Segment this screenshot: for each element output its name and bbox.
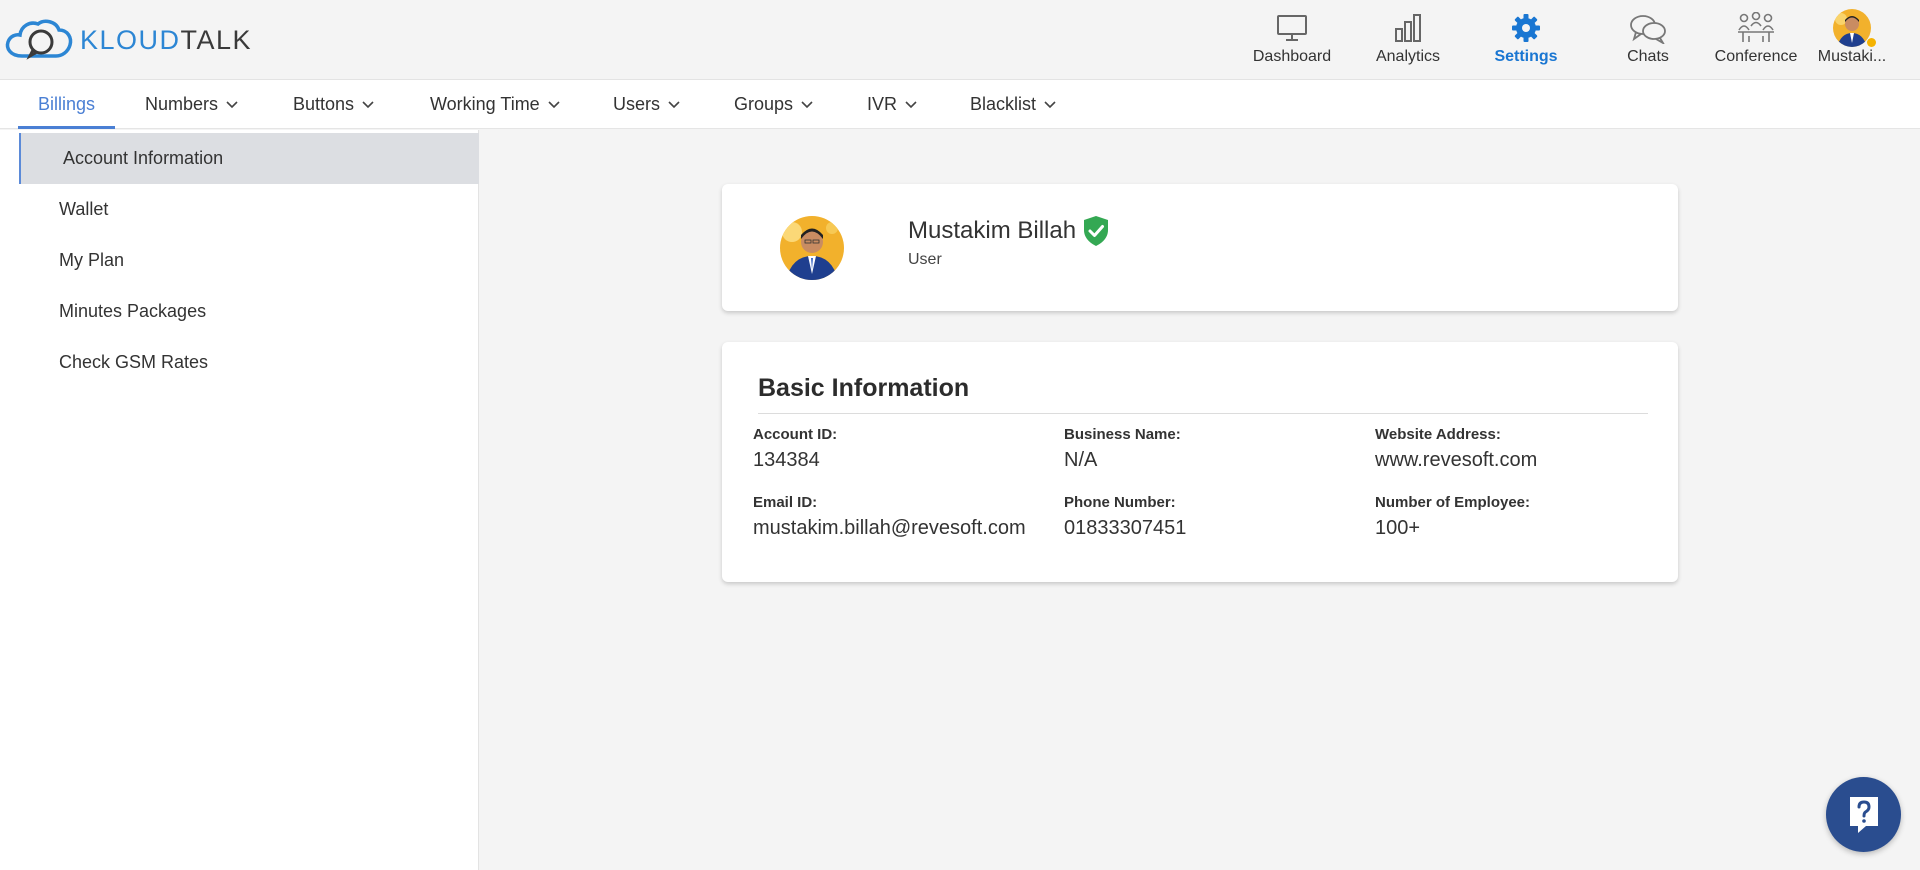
chevron-down-icon <box>801 100 813 109</box>
business-name-label: Business Name: <box>1064 426 1181 443</box>
nav-profile-label: Mustaki... <box>1817 48 1887 65</box>
question-mark-icon <box>1849 796 1878 833</box>
tab-working-time[interactable]: Working Time <box>430 80 560 129</box>
sidebar-item-label: Check GSM Rates <box>59 352 209 372</box>
tab-users[interactable]: Users <box>613 80 680 129</box>
section-title: Basic Information <box>758 374 970 402</box>
account-id-label: Account ID: <box>753 426 838 443</box>
tab-groups-label: Groups <box>734 94 794 114</box>
tab-users-label: Users <box>613 94 661 114</box>
business-name-value: N/A <box>1064 449 1098 471</box>
sidebar-item-my-plan[interactable]: My Plan <box>19 235 479 286</box>
tab-billings-label: Billings <box>38 94 96 114</box>
sidebar-item-label: Wallet <box>59 199 109 219</box>
phone-value: 01833307451 <box>1064 517 1187 539</box>
tab-billings[interactable]: Billings <box>38 80 95 129</box>
website-label: Website Address: <box>1375 426 1501 443</box>
website-field: Website Address: www.revesoft.com <box>1375 426 1537 472</box>
nav-chats[interactable]: Chats <box>1608 12 1688 68</box>
account-id-value: 134384 <box>753 449 820 471</box>
sidebar-item-check-gsm-rates[interactable]: Check GSM Rates <box>19 337 479 388</box>
chevron-down-icon <box>668 100 680 109</box>
tab-ivr-label: IVR <box>867 94 898 114</box>
tab-numbers-label: Numbers <box>145 94 219 114</box>
top-bar: KLOUDTALK Dashboard Analytics Settings C… <box>0 0 1920 80</box>
phone-label: Phone Number: <box>1064 494 1176 511</box>
tab-buttons[interactable]: Buttons <box>293 80 374 129</box>
website-value: www.revesoft.com <box>1375 449 1538 471</box>
tab-ivr[interactable]: IVR <box>867 80 917 129</box>
verified-shield-icon <box>1082 215 1110 247</box>
business-name-field: Business Name: N/A <box>1064 426 1181 472</box>
cloud-logo-icon <box>5 19 73 60</box>
nav-profile[interactable]: Mustaki... <box>1812 9 1892 68</box>
account-id-field: Account ID: 134384 <box>753 426 837 472</box>
nav-settings-label: Settings <box>1494 48 1558 65</box>
sidebar-item-account-information[interactable]: Account Information <box>19 133 479 184</box>
sidebar-item-minutes-packages[interactable]: Minutes Packages <box>19 286 479 337</box>
logo-text: KLOUDTALK <box>80 24 253 55</box>
phone-field: Phone Number: 01833307451 <box>1064 494 1186 540</box>
conference-people-icon <box>1738 12 1774 42</box>
profile-card: Mustakim Billah User <box>722 184 1678 311</box>
nav-conference-label: Conference <box>1714 48 1798 65</box>
monitor-icon <box>1277 15 1307 41</box>
nav-analytics[interactable]: Analytics <box>1368 12 1448 68</box>
settings-tab-bar: Billings Numbers Buttons Working Time Us… <box>0 80 1920 129</box>
gear-icon <box>1512 14 1540 42</box>
tab-buttons-label: Buttons <box>293 94 355 114</box>
nav-dashboard[interactable]: Dashboard <box>1252 12 1332 68</box>
employees-value: 100+ <box>1375 517 1421 539</box>
chevron-down-icon <box>226 100 238 109</box>
active-tab-indicator <box>18 126 115 129</box>
tab-blacklist[interactable]: Blacklist <box>970 80 1056 129</box>
tab-blacklist-label: Blacklist <box>970 94 1037 114</box>
tab-working-time-label: Working Time <box>430 94 540 114</box>
nav-chats-label: Chats <box>1627 48 1669 65</box>
profile-name: Mustakim Billah <box>908 215 1110 247</box>
chevron-down-icon <box>548 100 560 109</box>
chevron-down-icon <box>362 100 374 109</box>
sidebar-item-label: My Plan <box>59 250 125 270</box>
billing-sidebar: Account Information Wallet My Plan Minut… <box>0 130 479 870</box>
nav-conference[interactable]: Conference <box>1712 12 1800 68</box>
nav-analytics-label: Analytics <box>1375 48 1441 65</box>
profile-name-text: Mustakim Billah <box>908 217 1077 244</box>
profile-avatar <box>780 216 844 280</box>
bar-chart-icon <box>1395 14 1421 42</box>
online-status-dot <box>1867 38 1876 47</box>
employees-label: Number of Employee: <box>1375 494 1531 511</box>
email-value: mustakim.billah@revesoft.com <box>753 517 1026 539</box>
kloudtalk-logo[interactable]: KLOUDTALK <box>4 16 252 64</box>
chat-bubbles-icon <box>1630 15 1666 44</box>
email-label: Email ID: <box>753 494 818 511</box>
help-button[interactable] <box>1826 777 1901 852</box>
basic-information-card: Basic Information Account ID: 134384 Bus… <box>722 342 1678 582</box>
sidebar-item-label: Account Information <box>63 148 224 168</box>
chevron-down-icon <box>1044 100 1056 109</box>
sidebar-item-wallet[interactable]: Wallet <box>19 184 479 235</box>
avatar <box>1833 9 1871 47</box>
nav-settings[interactable]: Settings <box>1486 12 1566 68</box>
nav-dashboard-label: Dashboard <box>1252 48 1332 65</box>
chevron-down-icon <box>905 100 917 109</box>
tab-numbers[interactable]: Numbers <box>145 80 238 129</box>
employees-field: Number of Employee: 100+ <box>1375 494 1530 540</box>
email-field: Email ID: mustakim.billah@revesoft.com <box>753 494 1026 540</box>
tab-groups[interactable]: Groups <box>734 80 813 129</box>
divider <box>758 413 1648 414</box>
profile-role: User <box>908 251 942 268</box>
sidebar-item-label: Minutes Packages <box>59 301 207 321</box>
